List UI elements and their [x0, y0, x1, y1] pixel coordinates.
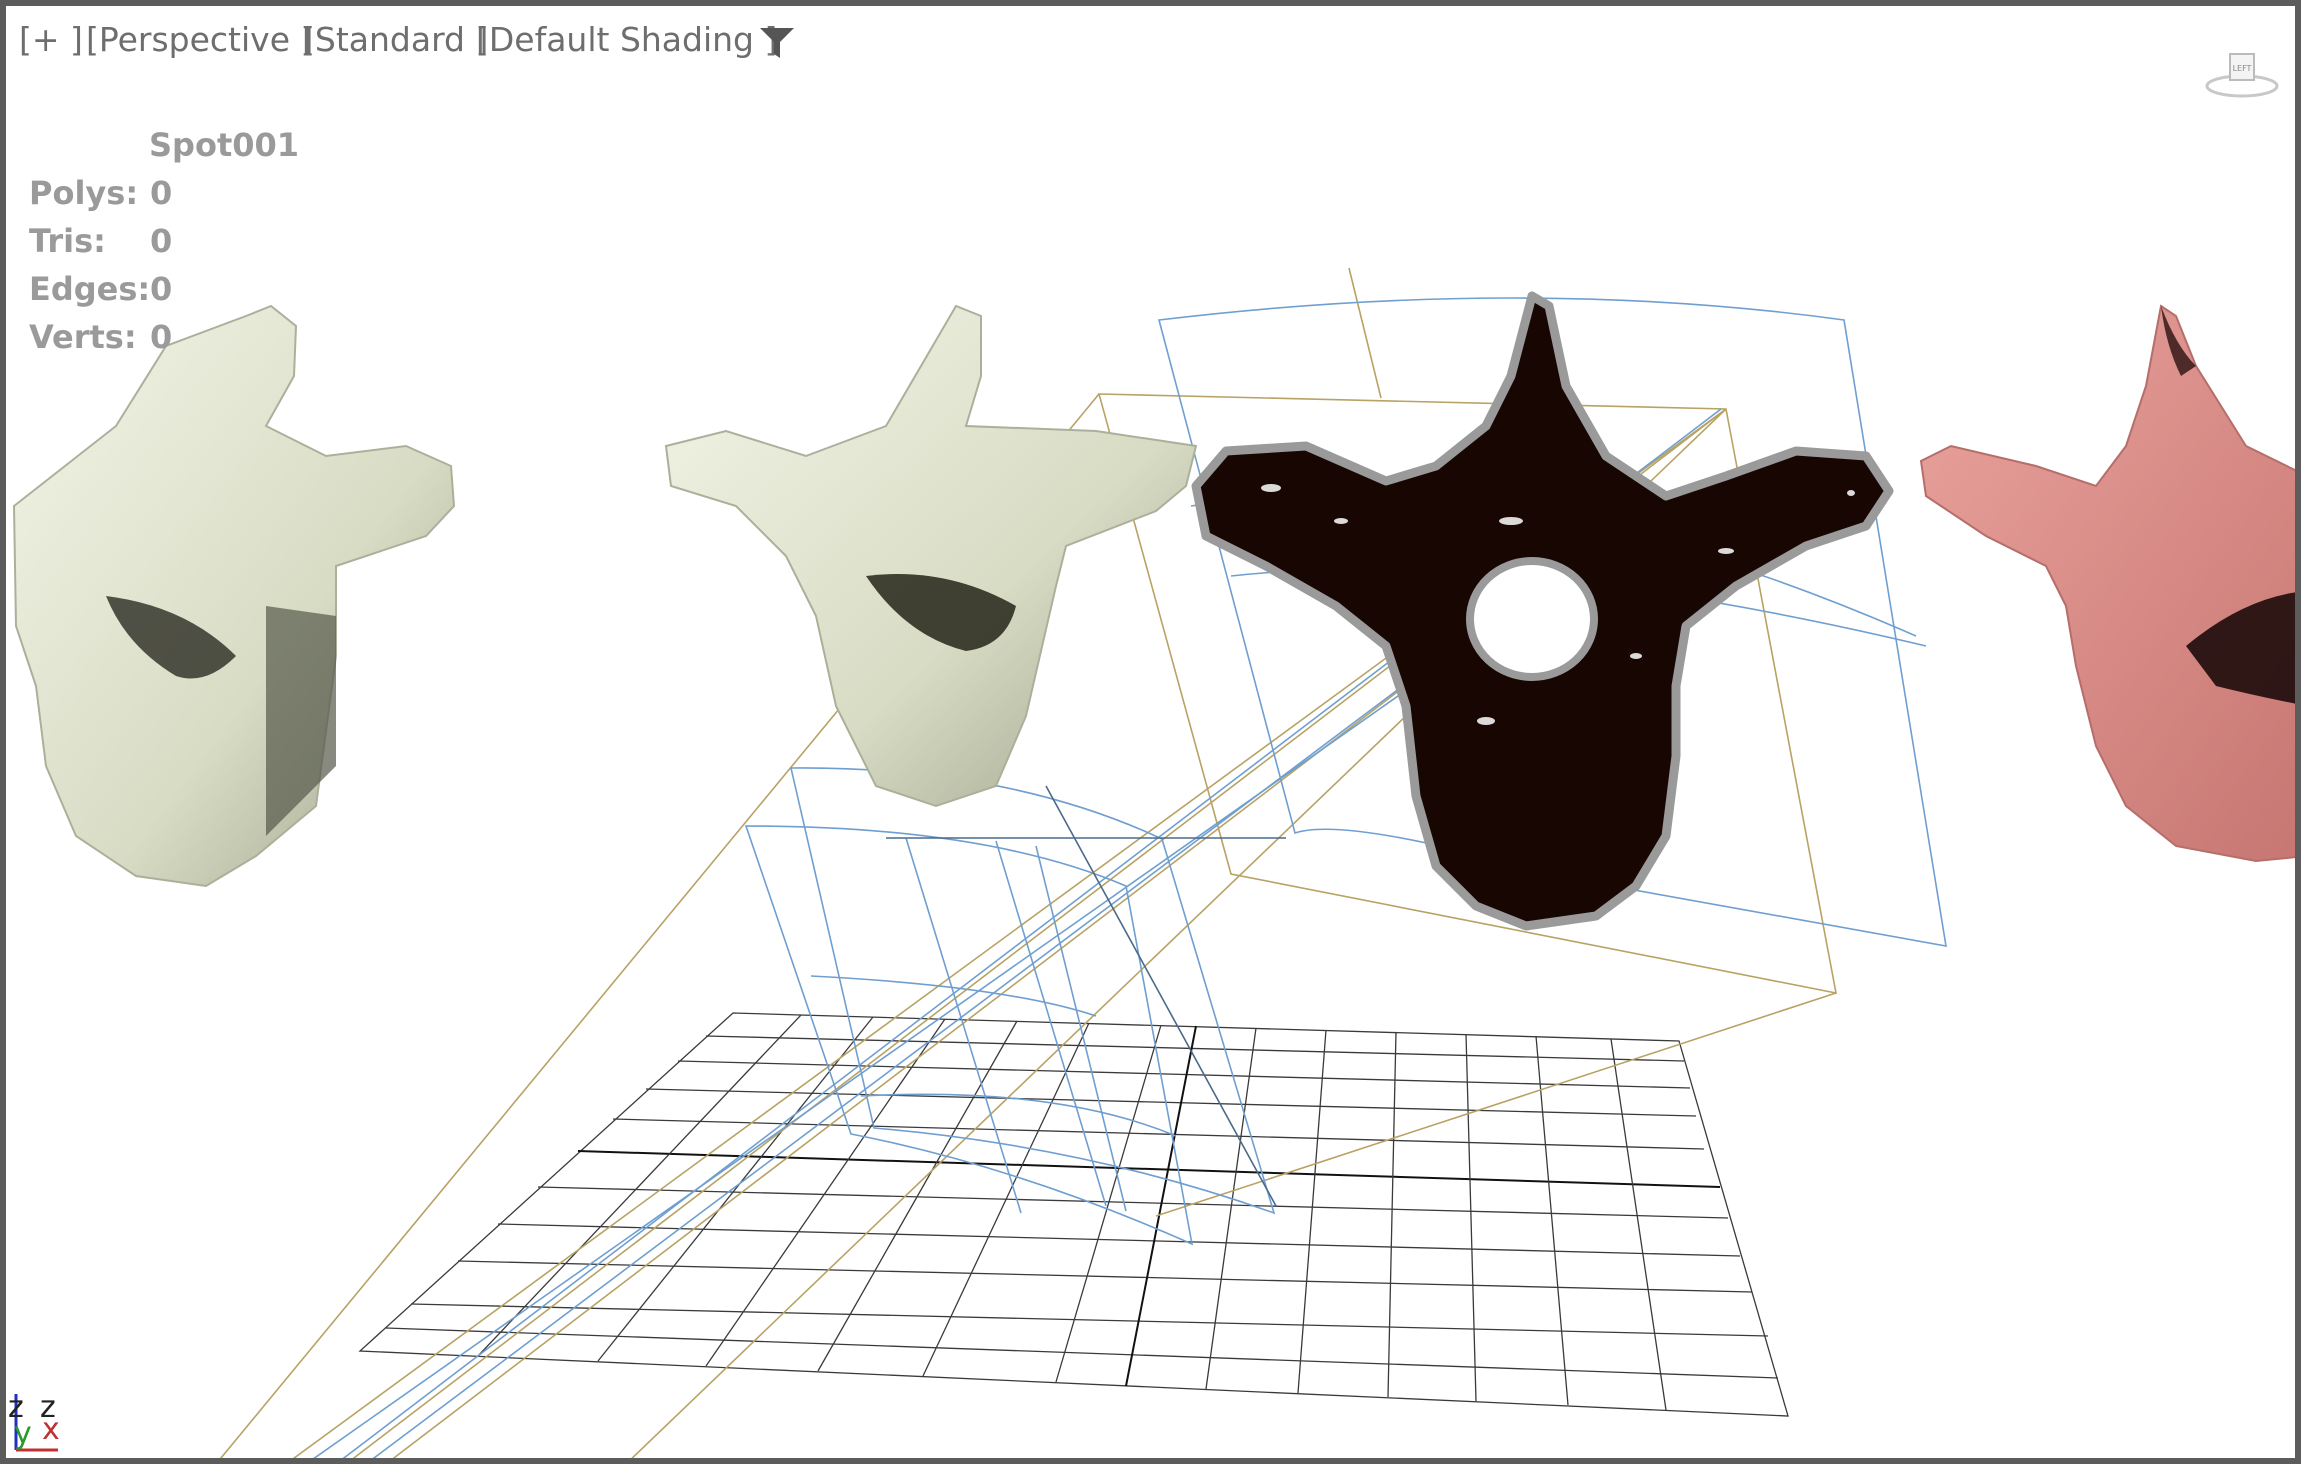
viewport-camera-menu[interactable]: [Standard ] [302, 20, 488, 59]
spotlight-target-frame-dark [886, 785, 1286, 1207]
viewcube-face-label: LEFT [2233, 64, 2252, 73]
viewport-shading-menu[interactable]: [Default Shading ] [476, 20, 777, 59]
viewport-plus-menu[interactable]: [+ ] [19, 20, 83, 59]
home-grid [358, 1012, 1789, 1417]
vertebra-model-2[interactable] [664, 304, 1198, 808]
vertebra-model-4[interactable] [1919, 304, 2301, 863]
viewcube-icon[interactable]: LEFT [2202, 46, 2282, 110]
stat-value: 0 [150, 318, 173, 356]
perspective-viewport[interactable]: [+ ] [Perspective ] [Standard ] [Default… [0, 0, 2301, 1464]
stat-label: Tris: [29, 222, 106, 260]
axis-label-x: x [42, 1412, 60, 1447]
stat-value: 0 [150, 270, 173, 308]
scene-canvas[interactable] [6, 6, 2301, 1464]
filter-icon[interactable] [758, 24, 796, 66]
stat-label: Edges: [29, 270, 151, 308]
vertebra-model-1[interactable] [12, 304, 456, 888]
selected-object-name: Spot001 [149, 126, 300, 164]
stat-label: Verts: [29, 318, 137, 356]
viewport-view-menu[interactable]: [Perspective ] [86, 20, 313, 59]
stat-value: 0 [150, 174, 173, 212]
stat-value: 0 [150, 222, 173, 260]
axis-label-y: y [14, 1416, 32, 1451]
stat-label: Polys: [29, 174, 139, 212]
